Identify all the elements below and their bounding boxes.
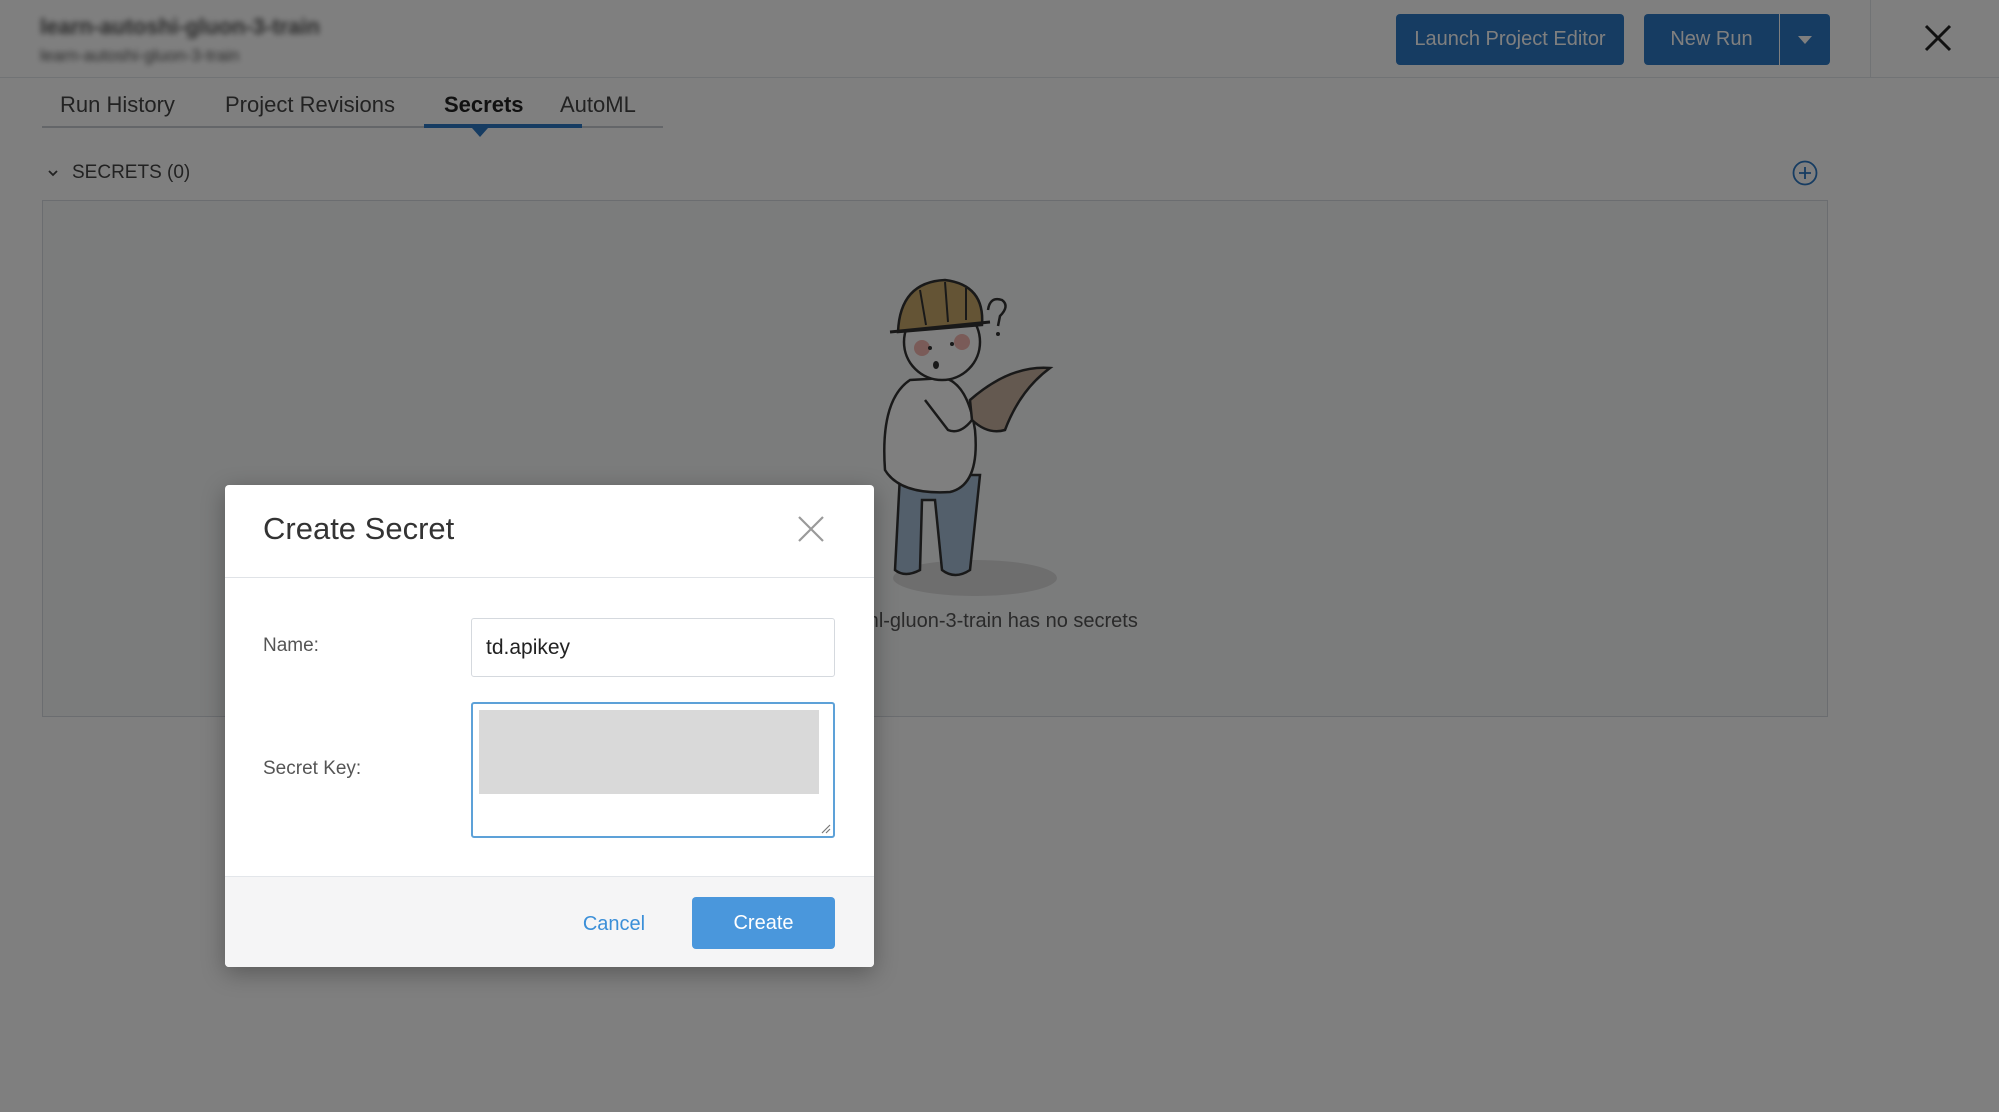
secret-key-label: Secret Key: bbox=[263, 758, 362, 779]
create-secret-dialog: Create Secret Name: Secret Key: Cancel C… bbox=[225, 485, 874, 967]
cancel-button[interactable]: Cancel bbox=[569, 899, 659, 949]
name-label: Name: bbox=[263, 635, 319, 656]
close-icon[interactable] bbox=[796, 514, 826, 544]
dialog-footer: Cancel Create bbox=[225, 876, 874, 967]
secret-key-field[interactable] bbox=[471, 702, 835, 838]
resize-handle-icon[interactable] bbox=[819, 822, 831, 834]
redacted-secret-value bbox=[479, 710, 819, 794]
dialog-title: Create Secret bbox=[263, 511, 455, 546]
create-button[interactable]: Create bbox=[692, 897, 835, 949]
name-field[interactable] bbox=[471, 618, 835, 677]
dialog-header: Create Secret bbox=[225, 485, 874, 578]
